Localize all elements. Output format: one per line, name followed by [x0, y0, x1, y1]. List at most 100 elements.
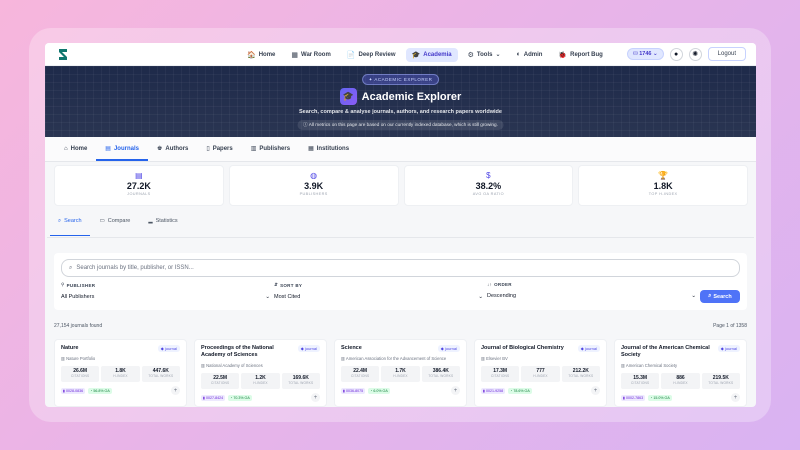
nav-admin[interactable]: ◐ Admin [511, 48, 549, 61]
author-icon: ♚ [156, 146, 163, 152]
citations-label: CITATIONS [491, 374, 510, 378]
nav-report-bug[interactable]: 🐞 Report Bug [552, 48, 608, 62]
tag-icon: ◆ [580, 346, 584, 351]
journal-footer: ▮ 0002-7863 ◔ 15.0% OA + [621, 393, 740, 402]
app-window: 🏠 Home ▦ War Room 📄 Deep Review 🎓 Academia ⚙… [45, 43, 756, 407]
oa-text: 56.8% OA [93, 388, 110, 393]
oa-badge: ◔ 70.3% OA [228, 394, 252, 401]
gear-icon: ⚙ [467, 51, 474, 59]
filter-icon: ⚲ [61, 282, 65, 287]
tab-institutions[interactable]: ▦ Institutions [299, 145, 358, 161]
nav-academia[interactable]: 🎓 Academia [405, 47, 458, 62]
issn-text: 0028-0836 [65, 388, 84, 393]
tab-authors[interactable]: ♚ Authors [148, 145, 197, 161]
stats-row: ▤ 27.2K JOURNALS ◍ 3.9K PUBLISHERS $38.2% AVG… [45, 162, 756, 206]
coin-icon: ⛁ [633, 51, 638, 57]
works-stat: 169.6K TOTAL WORKS [281, 373, 320, 389]
document-icon: 📄 [346, 51, 356, 59]
tab-publishers[interactable]: ▥ Publishers [242, 145, 299, 161]
journal-publisher-text: Elsevier BV [486, 356, 508, 361]
main-tabs: ⌂ Home ▤ Journals ♚ Authors ▯ Papers ▥ Publis… [45, 137, 756, 162]
building-icon: ▥ [621, 363, 625, 368]
journal-title[interactable]: Journal of Biological Chemistry [481, 345, 581, 352]
nav-home[interactable]: 🏠 Home [241, 48, 281, 62]
nav-deep-review[interactable]: 📄 Deep Review [341, 48, 402, 62]
tab-journals-label: Journals [113, 145, 139, 152]
sparkle-icon: ✦ [368, 76, 373, 82]
hindex-label: H-INDEX [393, 374, 408, 378]
tab-home[interactable]: ⌂ Home [55, 146, 96, 161]
add-compare-button[interactable]: + [311, 393, 320, 402]
logout-button[interactable]: Logout [707, 47, 746, 61]
sub-tabs: ⌕ Search ▭ Compare ▂ Statistics [47, 206, 754, 238]
building-icon: ▥ [341, 356, 345, 361]
tab-journals[interactable]: ▤ Journals [96, 145, 148, 161]
oa-badge: ◔ 6.0% OA [368, 387, 390, 394]
journal-tag-text: journal [164, 346, 177, 351]
journal-footer: ▮ 0021-9258 ◔ 78.6% OA + [481, 386, 600, 395]
nav-tools[interactable]: ⚙ Tools ⌄ [462, 48, 507, 62]
search-icon: ⌕ [708, 293, 712, 299]
trophy-icon: 🏆 [658, 171, 669, 180]
journal-tag: ◆ journal [157, 345, 180, 352]
search-button-label: Search [713, 293, 732, 300]
sort-select[interactable]: Most Cited ⌄ [274, 291, 483, 302]
journal-card-pnas[interactable]: Proceedings of the National Academy of S… [194, 339, 327, 407]
journal-publisher: ▥ Nature Portfolio [61, 356, 95, 361]
publisher-select[interactable]: All Publishers ⌄ [61, 291, 270, 302]
nav-academia-label: Academia [423, 51, 452, 58]
journal-title[interactable]: Nature [61, 345, 153, 352]
journal-stats: 17.3M CITATIONS 777 H-INDEX 212.2K TOTAL WO… [481, 366, 600, 382]
journal-card-nature[interactable]: Nature ◆ journal ▥ Nature Portfolio 26.6… [54, 339, 187, 407]
chevron-down-icon: ⌄ [691, 292, 696, 299]
stat-oa-ratio: $38.2% AVG OA RATIO [403, 165, 574, 206]
order-select[interactable]: Descending ⌄ [487, 290, 696, 301]
settings-button[interactable]: ✺ [688, 47, 702, 61]
add-compare-button[interactable]: + [451, 386, 460, 395]
journal-tag: ◆ journal [577, 345, 600, 352]
works-label: TOTAL WORKS [288, 381, 314, 385]
sort-filter: ⇵ SORT BY Most Cited ⌄ [274, 282, 483, 302]
search-input[interactable]: ⌕ Search journals by title, publisher, or… [61, 259, 740, 277]
journal-tag: ◆ journal [297, 345, 320, 352]
search-button[interactable]: ⌕ Search [700, 290, 740, 303]
oa-badge: ◔ 15.0% OA [648, 394, 672, 401]
journal-footer: ▮ 0028-0836 ◔ 56.8% OA + [61, 386, 180, 395]
journal-title[interactable]: Journal of the American Chemical Society [621, 345, 713, 359]
journal-footer: ▮ 0027-8424 ◔ 70.3% OA + [201, 393, 320, 402]
issn-text: 0002-7863 [625, 395, 644, 400]
nav-war-room[interactable]: ▦ War Room [285, 48, 336, 62]
journal-title[interactable]: Proceedings of the National Academy of S… [201, 345, 293, 359]
oa-text: 70.3% OA [233, 395, 250, 400]
search-icon: ⌕ [69, 264, 73, 271]
coin-balance[interactable]: ⛁ 1746 ⌄ [627, 48, 664, 60]
hindex-label: H-INDEX [673, 381, 688, 385]
add-compare-button[interactable]: + [591, 386, 600, 395]
hero-title: 🎓 Academic Explorer [45, 88, 756, 105]
tab-papers[interactable]: ▯ Papers [197, 145, 241, 161]
journal-tag: ◆ journal [437, 345, 460, 352]
journal-card-jbc[interactable]: Journal of Biological Chemistry ◆ journa… [474, 339, 607, 407]
works-label: TOTAL WORKS [148, 374, 174, 378]
chevron-down-icon: ⌄ [265, 293, 270, 300]
issn-text: 0027-8424 [205, 395, 224, 400]
subtab-search[interactable]: ⌕ Search [50, 218, 90, 236]
profile-button[interactable]: ● [669, 47, 683, 61]
add-compare-button[interactable]: + [731, 393, 740, 402]
tab-home-label: Home [70, 146, 88, 152]
journal-card-science[interactable]: Science ◆ journal ▥ American Association… [334, 339, 467, 407]
app-logo-icon[interactable] [56, 47, 70, 62]
journal-publisher: ▥ Elsevier BV [481, 356, 508, 361]
subtab-compare[interactable]: ▭ Compare [92, 218, 139, 236]
add-compare-button[interactable]: + [171, 386, 180, 395]
nav-right: ⛁ 1746 ⌄ ● ✺ Logout [627, 47, 746, 61]
journal-card-jacs[interactable]: Journal of the American Chemical Society… [614, 339, 747, 407]
plus-icon: + [453, 387, 458, 394]
hindex-stat: 777 H-INDEX [521, 366, 560, 382]
nav-deep-review-label: Deep Review [358, 51, 396, 58]
user-icon: ● [674, 50, 679, 58]
subtab-statistics[interactable]: ▂ Statistics [140, 218, 185, 236]
paper-icon: ▯ [206, 146, 210, 152]
book-icon: ▤ [135, 171, 143, 180]
journal-title[interactable]: Science [341, 345, 433, 352]
